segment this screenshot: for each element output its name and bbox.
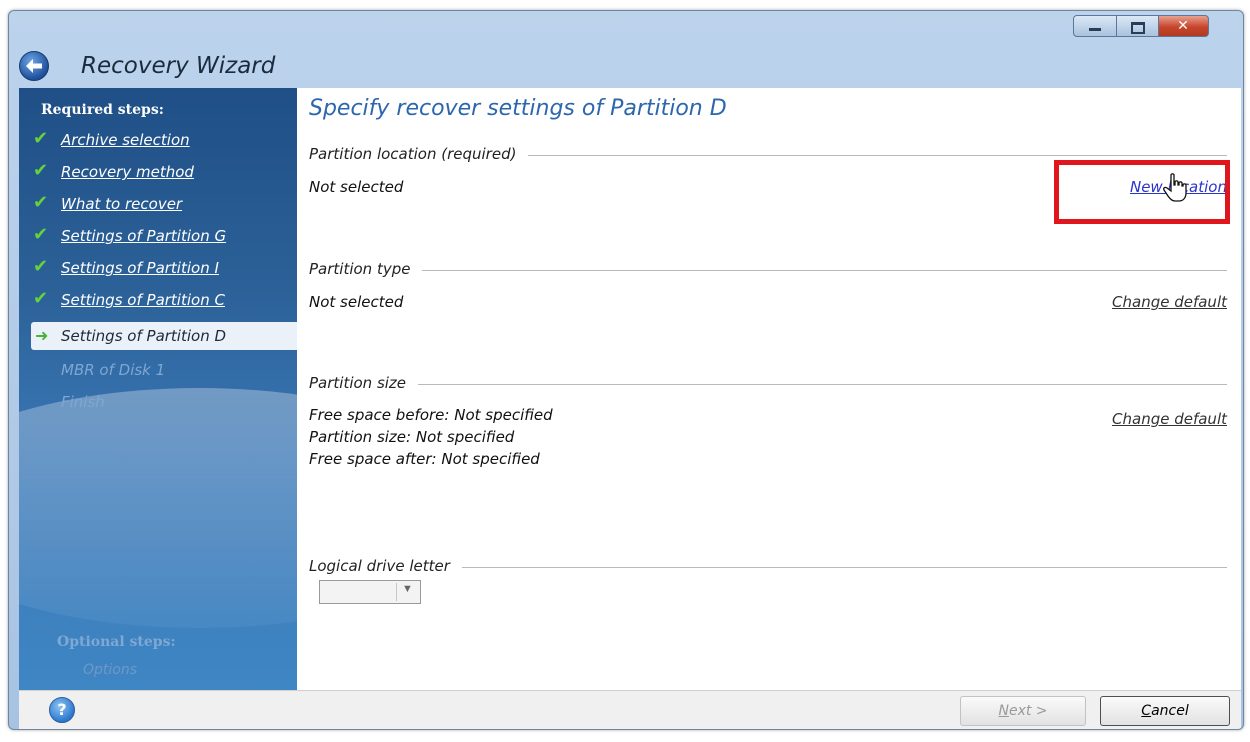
window-title: Recovery Wizard	[81, 53, 276, 79]
free-space-after: Free space after: Not specified	[309, 450, 540, 468]
cancel-button[interactable]: Cancel	[1100, 696, 1230, 726]
sidebar-item-settings-partition-i[interactable]: ✔ Settings of Partition I	[19, 254, 297, 282]
select-divider	[396, 583, 397, 601]
sidebar-item-settings-partition-c[interactable]: ✔ Settings of Partition C	[19, 286, 297, 314]
current-step-arrow-icon: ➜	[35, 328, 49, 345]
sidebar-item-archive-selection[interactable]: ✔ Archive selection	[19, 126, 297, 154]
checkmark-icon: ✔	[33, 160, 49, 181]
partition-type-value: Not selected	[309, 293, 404, 311]
next-label: ext >	[1008, 703, 1048, 719]
next-mnemonic: N	[998, 703, 1009, 719]
checkmark-icon: ✔	[33, 128, 49, 149]
sidebar-decoration	[19, 388, 297, 628]
checkmark-icon: ✔	[33, 224, 49, 245]
sidebar-item-label: Settings of Partition D	[61, 327, 227, 345]
close-icon: ✕	[1177, 18, 1189, 34]
partition-size-value: Partition size: Not specified	[309, 428, 515, 446]
sidebar-item-settings-partition-d[interactable]: ➜ Settings of Partition D	[31, 322, 297, 350]
maximize-button[interactable]	[1117, 15, 1159, 37]
help-icon[interactable]: ?	[49, 697, 75, 723]
drive-letter-select[interactable]: ▼	[319, 580, 421, 604]
sidebar-item-finish: Finish	[19, 388, 297, 416]
divider	[309, 384, 1227, 385]
checkmark-icon: ✔	[33, 288, 49, 309]
logical-drive-letter-header: Logical drive letter	[309, 557, 1227, 577]
change-default-type-link[interactable]: Change default	[1112, 293, 1227, 311]
page-title: Specify recover settings of Partition D	[309, 96, 727, 121]
wizard-footer: ? Next > Cancel	[19, 690, 1241, 729]
settings-panel: Specify recover settings of Partition D …	[297, 88, 1241, 690]
sidebar-item-label: Settings of Partition G	[61, 227, 227, 245]
sidebar-item-what-to-recover[interactable]: ✔ What to recover	[19, 190, 297, 218]
close-button[interactable]: ✕	[1159, 15, 1209, 37]
title-bar: Recovery Wizard ✕	[9, 11, 1243, 87]
chevron-down-icon: ▼	[402, 583, 413, 595]
sidebar-item-label: Settings of Partition C	[61, 291, 225, 309]
divider	[309, 270, 1227, 271]
minimize-icon	[1089, 28, 1101, 31]
cancel-mnemonic: C	[1141, 703, 1152, 719]
partition-location-value: Not selected	[309, 178, 404, 196]
sidebar-item-label: What to recover	[61, 195, 183, 213]
sidebar-item-settings-partition-g[interactable]: ✔ Settings of Partition G	[19, 222, 297, 250]
sidebar-item-label: Finish	[61, 393, 105, 411]
sidebar-item-label: Recovery method	[61, 163, 194, 181]
back-arrow-icon[interactable]	[19, 51, 49, 81]
sidebar-item-label: MBR of Disk 1	[61, 361, 166, 379]
sidebar-item-mbr-disk-1: MBR of Disk 1	[19, 356, 297, 384]
sidebar-item-label: Archive selection	[61, 131, 190, 149]
optional-steps-title: Optional steps:	[57, 634, 176, 650]
next-button: Next >	[960, 696, 1086, 726]
sidebar-item-options: Options	[83, 662, 138, 678]
required-steps-title: Required steps:	[41, 102, 164, 118]
hand-pointer-icon	[1163, 173, 1187, 202]
cancel-label: ancel	[1151, 703, 1189, 719]
recovery-wizard-window: Recovery Wizard ✕ Required steps: ✔ Arch…	[8, 10, 1244, 730]
partition-size-header: Partition size	[309, 374, 1227, 394]
minimize-button[interactable]	[1073, 15, 1117, 37]
sidebar-item-label: Settings of Partition I	[61, 259, 219, 277]
checkmark-icon: ✔	[33, 192, 49, 213]
checkmark-icon: ✔	[33, 256, 49, 277]
wizard-steps-sidebar: Required steps: ✔ Archive selection ✔ Re…	[19, 88, 297, 690]
sidebar-item-recovery-method[interactable]: ✔ Recovery method	[19, 158, 297, 186]
change-default-size-link[interactable]: Change default	[1112, 410, 1227, 428]
free-space-before: Free space before: Not specified	[309, 406, 553, 424]
maximize-icon	[1131, 22, 1145, 34]
partition-type-header: Partition type	[309, 260, 1227, 280]
highlight-frame	[1054, 160, 1230, 224]
